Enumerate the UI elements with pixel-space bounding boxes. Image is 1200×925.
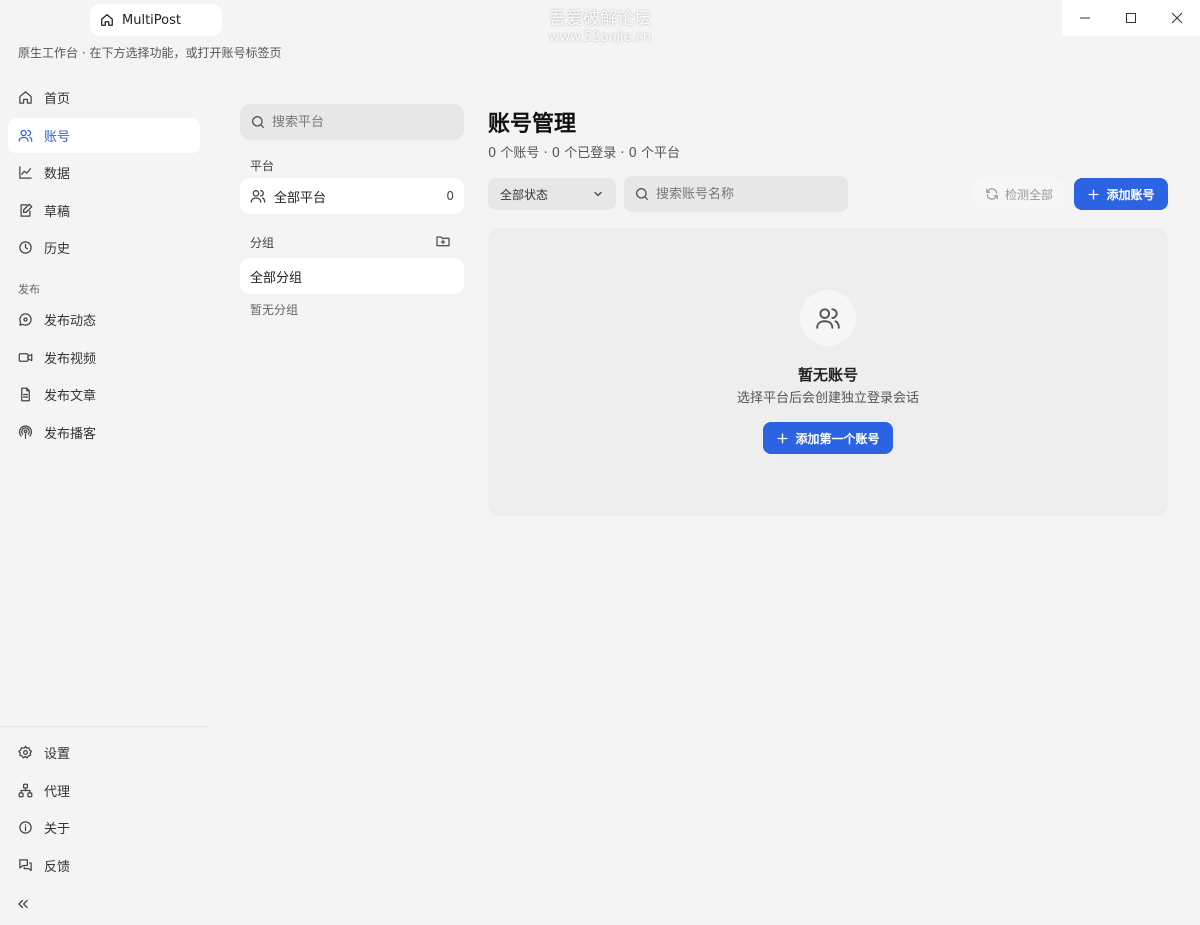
sidebar-item-settings[interactable]: 设置	[8, 735, 200, 770]
sidebar-item-label: 反馈	[44, 860, 71, 875]
add-first-account-button[interactable]: 添加第一个账号	[763, 422, 893, 454]
sidebar-item-proxy[interactable]: 代理	[8, 773, 200, 808]
add-account-label: 添加账号	[1106, 187, 1155, 202]
sidebar-section-publish: 发布	[18, 283, 40, 296]
no-groups-text: 暂无分组	[250, 303, 299, 317]
watermark: 吾爱破解论坛 www.52pojie.cn	[520, 8, 680, 46]
account-search[interactable]	[624, 176, 848, 212]
sidebar-item-label: 首页	[44, 92, 71, 107]
users-icon	[816, 308, 840, 329]
message-circle-icon	[18, 312, 33, 327]
check-all-label: 检测全部	[1004, 187, 1053, 202]
all-platforms-count: 0	[446, 189, 454, 203]
sidebar-item-data[interactable]: 数据	[8, 155, 200, 190]
status-filter-select[interactable]: 全部状态	[488, 178, 616, 210]
sidebar-item-label: 代理	[44, 785, 71, 800]
sidebar-item-label: 发布动态	[44, 314, 97, 329]
watermark-title: 吾爱破解论坛	[549, 9, 651, 29]
workspace-subtitle: 原生工作台 · 在下方选择功能，或打开账号标签页	[18, 46, 282, 60]
sidebar-item-publish-post[interactable]: 发布动态	[8, 302, 200, 337]
folder-plus-icon	[436, 236, 450, 247]
sidebar-item-label: 发布文章	[44, 389, 97, 404]
add-first-account-label: 添加第一个账号	[795, 431, 880, 446]
sidebar-item-home[interactable]: 首页	[8, 80, 200, 115]
search-icon	[250, 114, 266, 130]
podcast-icon	[18, 425, 33, 440]
plus-icon	[1087, 188, 1100, 201]
users-icon	[18, 128, 33, 143]
plus-icon	[776, 432, 789, 445]
sidebar-item-feedback[interactable]: 反馈	[8, 848, 200, 883]
account-search-input[interactable]	[656, 186, 826, 202]
refresh-icon	[985, 187, 999, 201]
app-tab-label: MultiPost	[122, 12, 181, 28]
add-account-button[interactable]: 添加账号	[1074, 178, 1168, 210]
sidebar-item-history[interactable]: 历史	[8, 230, 200, 265]
page-title: 账号管理	[488, 112, 577, 137]
all-platforms-item[interactable]: 全部平台 0	[240, 178, 464, 214]
sidebar-item-label: 历史	[44, 242, 71, 257]
search-icon	[634, 186, 650, 202]
sidebar-item-label: 数据	[44, 167, 71, 182]
account-summary: 0 个账号 · 0 个已登录 · 0 个平台	[488, 146, 681, 161]
video-icon	[18, 350, 33, 365]
sidebar-item-publish-podcast[interactable]: 发布播客	[8, 415, 200, 450]
groups-section-label: 分组	[250, 236, 275, 250]
sidebar-item-label: 关于	[44, 822, 71, 837]
all-platforms-label: 全部平台	[274, 190, 327, 206]
close-button[interactable]	[1154, 0, 1200, 36]
clock-icon	[18, 240, 33, 255]
add-group-button[interactable]	[435, 233, 451, 249]
check-all-button[interactable]: 检测全部	[974, 178, 1064, 210]
sidebar-item-publish-article[interactable]: 发布文章	[8, 377, 200, 412]
all-groups-label: 全部分组	[250, 270, 303, 286]
sidebar-item-accounts[interactable]: 账号	[8, 118, 200, 153]
sidebar-item-drafts[interactable]: 草稿	[8, 193, 200, 228]
info-icon	[18, 820, 33, 835]
sidebar-item-label: 设置	[44, 747, 71, 762]
sidebar-item-label: 发布视频	[44, 352, 97, 367]
sidebar-item-label: 发布播客	[44, 427, 97, 442]
watermark-url: www.52pojie.cn	[548, 30, 652, 45]
users-icon	[250, 188, 266, 204]
chevron-down-icon	[592, 188, 604, 200]
empty-state-description: 选择平台后会创建独立登录会话	[736, 391, 919, 406]
collapse-sidebar-button[interactable]	[14, 895, 32, 913]
gear-icon	[18, 745, 33, 760]
platform-search[interactable]	[240, 104, 464, 140]
sidebar-item-label: 账号	[44, 130, 71, 145]
draft-edit-icon	[18, 203, 33, 218]
chart-line-icon	[18, 165, 33, 180]
empty-state-icon-circle	[800, 290, 856, 346]
sidebar-item-label: 草稿	[44, 205, 71, 220]
chevrons-left-icon	[18, 899, 28, 909]
file-text-icon	[18, 387, 33, 402]
status-filter-value: 全部状态	[500, 187, 549, 202]
sidebar-item-publish-video[interactable]: 发布视频	[8, 340, 200, 375]
sidebar-divider	[0, 726, 208, 727]
all-groups-item[interactable]: 全部分组	[240, 258, 464, 294]
app-tab[interactable]: MultiPost	[90, 4, 222, 36]
chat-bubbles-icon	[18, 858, 33, 873]
maximize-button[interactable]	[1108, 0, 1154, 36]
home-icon	[18, 90, 33, 105]
empty-state-panel: 暂无账号 选择平台后会创建独立登录会话 添加第一个账号	[488, 228, 1168, 516]
empty-state-title: 暂无账号	[797, 366, 858, 384]
home-icon	[100, 13, 114, 27]
minimize-button[interactable]	[1062, 0, 1108, 36]
platform-search-input[interactable]	[272, 114, 442, 130]
network-icon	[18, 783, 33, 798]
window-controls	[1062, 0, 1200, 36]
sidebar-item-about[interactable]: 关于	[8, 810, 200, 845]
platforms-section-label: 平台	[250, 159, 275, 173]
minimize-icon	[1080, 17, 1090, 19]
maximize-icon	[1126, 13, 1136, 23]
close-icon	[1171, 12, 1183, 24]
